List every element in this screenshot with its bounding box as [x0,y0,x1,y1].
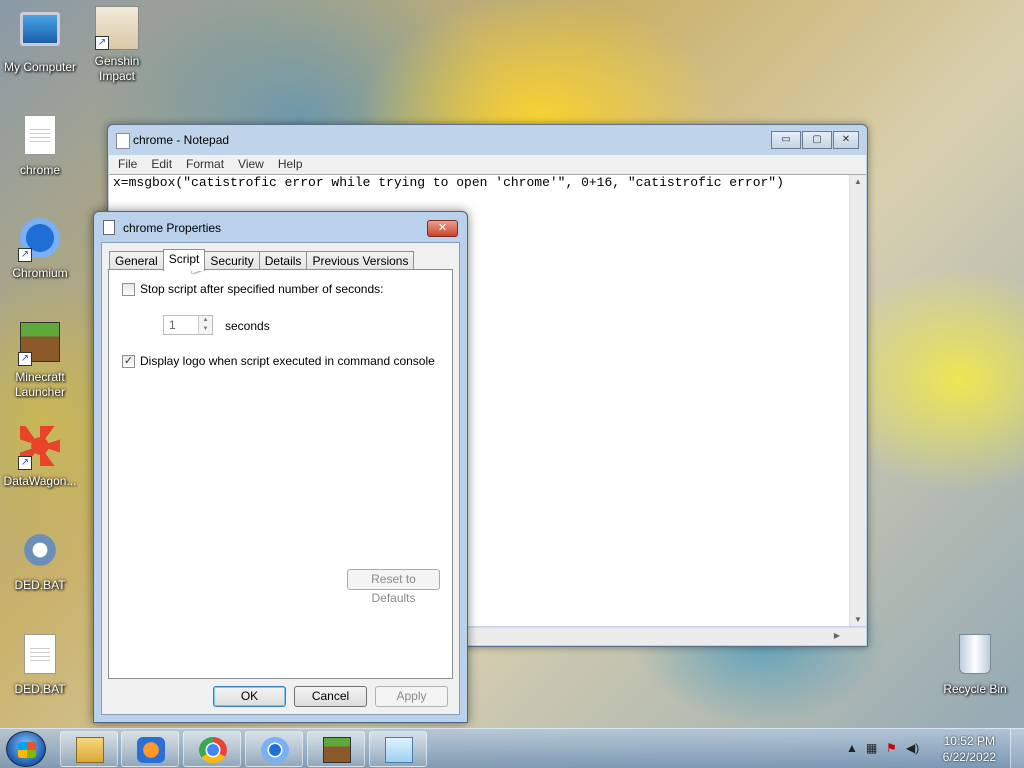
file-icon [24,634,56,674]
desktop-icon-ded-bat-file[interactable]: DED.BAT [0,632,80,697]
maximize-button[interactable]: ▢ [802,131,832,149]
desktop-icon-label: DED.BAT [14,578,66,592]
taskbar-minecraft[interactable] [307,731,365,767]
notepad-titlebar[interactable]: chrome - Notepad ▭ ▢ ✕ [108,125,867,155]
desktop-icon-ded-bat-gear[interactable]: DED.BAT [0,528,80,593]
desktop-icon-label: Recycle Bin [943,682,1007,696]
clock-time: 10:52 PM [943,734,995,748]
ok-button[interactable]: OK [213,686,286,707]
clock-date: 6/22/2022 [942,750,996,764]
computer-icon [20,12,60,46]
tab-strip: General Script Security Details Previous… [109,249,415,271]
dialog-title: chrome Properties [123,221,222,235]
system-tray: ▲ ▦ ⚑ ◀) 10:52 PM 6/22/2022 [834,729,1024,768]
editor-content[interactable]: x=msgbox("catistrofic error while trying… [109,175,866,190]
notepad-icon [385,737,413,763]
shortcut-arrow-icon: ↗ [95,36,109,50]
scroll-right-icon[interactable]: ▶ [834,631,840,640]
show-hidden-icons-icon[interactable]: ▲ [846,741,858,755]
desktop-icon-datawagon[interactable]: ↗ DataWagon... [0,424,80,489]
start-button[interactable] [6,731,46,767]
notepad-icon [116,133,130,149]
seconds-value[interactable]: 1 [169,318,176,332]
seconds-stepper[interactable]: 1 ▲ ▼ [163,315,213,335]
recycle-bin-icon [959,634,991,674]
desktop-icon-minecraft-launcher[interactable]: ↗ Minecraft Launcher [0,320,80,400]
tab-details[interactable]: Details [258,251,308,270]
taskbar-explorer[interactable] [60,731,118,767]
menu-edit[interactable]: Edit [149,155,178,174]
spin-up-icon[interactable]: ▲ [198,316,212,325]
shortcut-arrow-icon: ↗ [18,352,32,366]
network-icon[interactable]: ▦ [866,741,877,755]
menu-view[interactable]: View [236,155,270,174]
menu-bar: File Edit Format View Help [109,155,866,174]
taskbar-media-player[interactable] [121,731,179,767]
desktop-icon-label: DataWagon... [3,474,77,488]
desktop-icon-label: Genshin Impact [94,54,140,83]
tab-script[interactable]: Script [162,249,206,271]
desktop-icon-label: chrome [19,163,60,177]
close-button[interactable]: ✕ [833,131,859,149]
minimize-button[interactable]: ▭ [771,131,801,149]
desktop-icon-label: Chromium [12,266,68,280]
display-logo-checkbox[interactable]: ✓ [122,354,135,368]
taskbar-chrome[interactable] [183,731,241,767]
menu-file[interactable]: File [116,155,143,174]
chrome-icon [199,737,227,763]
vertical-scrollbar[interactable]: ▲ ▼ [849,175,866,626]
properties-dialog[interactable]: chrome Properties ✕ General Script Secur… [93,211,468,723]
explorer-icon [76,737,104,763]
stop-script-label: Stop script after specified number of se… [140,282,384,296]
file-icon [24,115,56,155]
desktop-icon-recycle-bin[interactable]: Recycle Bin [935,632,1015,697]
menu-format[interactable]: Format [184,155,230,174]
desktop-icon-chrome[interactable]: chrome [0,113,80,178]
apply-button[interactable]: Apply [375,686,448,707]
taskbar-notepad[interactable] [369,731,427,767]
spin-down-icon[interactable]: ▼ [198,325,212,334]
desktop-icon-genshin-impact[interactable]: ↗ Genshin Impact [77,6,157,84]
show-desktop-button[interactable] [1010,729,1024,768]
taskbar: ▲ ▦ ⚑ ◀) 10:52 PM 6/22/2022 [0,728,1024,768]
chromium-icon [261,737,289,763]
cancel-button[interactable]: Cancel [294,686,367,707]
shortcut-arrow-icon: ↗ [18,248,32,262]
clock[interactable]: 10:52 PM 6/22/2022 [943,733,996,765]
menu-help[interactable]: Help [276,155,309,174]
desktop-icon-my-computer[interactable]: My Computer [0,8,80,75]
desktop-icon-label: My Computer [3,60,77,74]
gear-icon [20,530,60,570]
tab-general[interactable]: General [109,251,164,270]
display-logo-label: Display logo when script executed in com… [140,354,435,368]
media-player-icon [137,737,165,763]
stop-script-checkbox[interactable] [122,282,135,296]
desktop-icon-label: DED.BAT [14,682,66,696]
reset-to-defaults-button[interactable]: Reset to Defaults [347,569,440,605]
dialog-body: General Script Security Details Previous… [101,242,460,715]
desktop-icon-chromium[interactable]: ↗ Chromium [0,216,80,281]
seconds-label: seconds [225,319,270,333]
script-file-icon [103,220,115,235]
display-logo-option[interactable]: ✓ Display logo when script executed in c… [122,354,435,368]
scroll-down-icon[interactable]: ▼ [854,615,862,624]
minecraft-icon [323,737,351,763]
shortcut-arrow-icon: ↗ [18,456,32,470]
desktop-icon-label: Minecraft Launcher [14,370,66,399]
volume-icon[interactable]: ◀) [906,741,919,755]
action-center-icon[interactable]: ⚑ [886,741,897,755]
stop-script-option[interactable]: Stop script after specified number of se… [122,282,383,296]
tab-previous-versions[interactable]: Previous Versions [306,251,415,270]
scroll-up-icon[interactable]: ▲ [854,177,862,186]
script-tab-panel: Stop script after specified number of se… [108,269,453,679]
dialog-close-button[interactable]: ✕ [427,220,458,237]
tab-security[interactable]: Security [204,251,260,270]
window-title: chrome - Notepad [133,133,230,147]
taskbar-chromium[interactable] [245,731,303,767]
